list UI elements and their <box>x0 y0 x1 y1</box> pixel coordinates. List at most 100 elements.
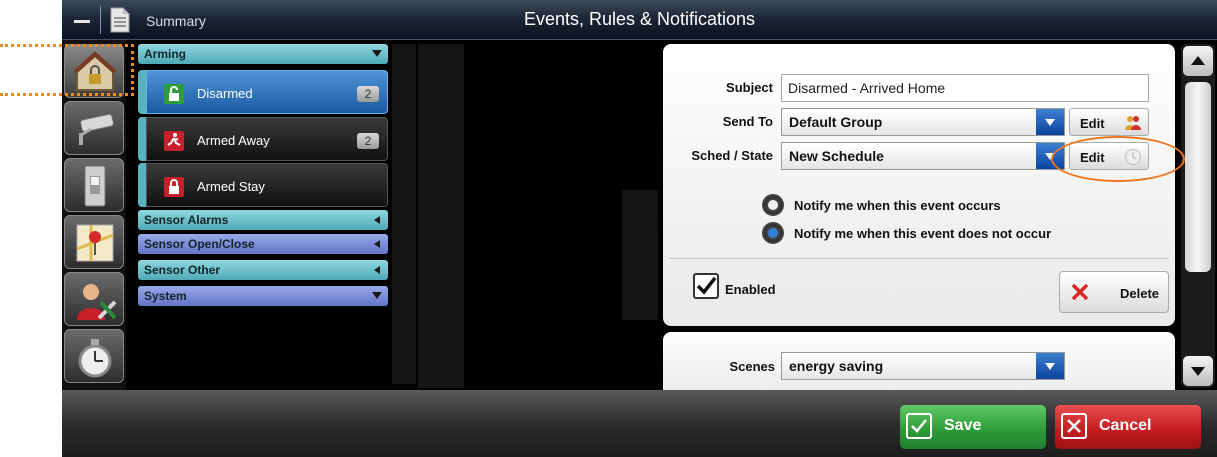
document-icon[interactable] <box>109 7 131 33</box>
scenes-label: Scenes <box>729 359 775 374</box>
category-label: Sensor Open/Close <box>144 237 255 251</box>
bottom-action-bar: Save Cancel <box>62 390 1217 457</box>
stopwatch-icon <box>78 339 112 378</box>
lock-icon <box>164 177 184 197</box>
category-sensor-other[interactable]: Sensor Other <box>138 260 388 280</box>
category-label: Arming <box>144 47 186 61</box>
close-icon <box>1071 283 1089 301</box>
radio-occurs[interactable] <box>762 194 784 216</box>
schedule-select[interactable]: New Schedule <box>781 142 1065 170</box>
light-switch-icon <box>84 165 106 207</box>
category-label: Sensor Other <box>144 263 221 277</box>
radio-not-occurs[interactable] <box>762 222 784 244</box>
unlock-icon <box>164 84 184 104</box>
triangle-down-icon <box>1191 367 1205 376</box>
scrollbar[interactable] <box>1181 44 1215 388</box>
minimize-button[interactable] <box>68 8 98 34</box>
highlight-box <box>0 44 134 96</box>
scenes-select[interactable]: energy saving <box>781 352 1065 380</box>
chevron-left-icon <box>374 266 380 274</box>
empty-column <box>418 44 464 388</box>
scenes-value: energy saving <box>789 358 884 374</box>
event-label: Armed Away <box>197 133 270 148</box>
checkmark-icon <box>906 413 932 439</box>
edit-label: Edit <box>1080 116 1105 131</box>
accent-bar <box>138 70 146 114</box>
subject-label: Subject <box>726 80 773 95</box>
map-pin-icon <box>76 224 114 262</box>
event-count-badge: 2 <box>357 86 379 102</box>
app-window: Summary Events, Rules & Notifications Ar… <box>62 0 1217 457</box>
category-label: System <box>144 289 187 303</box>
chevron-left-icon <box>374 240 380 248</box>
chevron-left-icon <box>374 216 380 224</box>
category-sensor-open-close[interactable]: Sensor Open/Close <box>138 234 388 254</box>
cancel-label: Cancel <box>1099 417 1152 434</box>
category-system[interactable]: System <box>138 286 388 306</box>
nav-timers[interactable] <box>64 329 124 383</box>
scroll-down-button[interactable] <box>1183 356 1213 386</box>
save-button[interactable]: Save <box>900 405 1046 449</box>
event-item-armed-away[interactable]: Armed Away 2 <box>138 117 388 161</box>
divider <box>669 258 1169 259</box>
event-item-body: Disarmed 2 <box>146 70 388 114</box>
title-bar: Summary Events, Rules & Notifications <box>62 0 1217 40</box>
summary-link[interactable]: Summary <box>146 13 206 29</box>
enabled-label: Enabled <box>725 282 776 297</box>
nav-location[interactable] <box>64 215 124 269</box>
nav-lights[interactable] <box>64 158 124 212</box>
running-man-icon <box>164 131 184 151</box>
cancel-button[interactable]: Cancel <box>1055 405 1201 449</box>
page-title: Events, Rules & Notifications <box>523 9 756 29</box>
divider <box>100 6 101 34</box>
group-icon <box>1125 116 1141 130</box>
category-arming[interactable]: Arming <box>138 44 388 64</box>
chevron-down-icon <box>1036 353 1064 379</box>
send-to-value: Default Group <box>789 114 883 130</box>
delete-button[interactable]: Delete <box>1059 271 1169 313</box>
chevron-down-icon <box>372 292 382 299</box>
checkmark-icon <box>696 276 717 295</box>
empty-column <box>622 190 658 320</box>
edit-recipients-button[interactable]: Edit <box>1069 108 1149 136</box>
radio-dot <box>768 200 778 210</box>
enabled-checkbox[interactable] <box>693 273 719 299</box>
category-sensor-alarms[interactable]: Sensor Alarms <box>138 210 388 230</box>
sched-state-label: Sched / State <box>691 148 773 163</box>
accent-bar <box>138 117 146 161</box>
event-count-badge: 2 <box>357 133 379 149</box>
event-label: Armed Stay <box>197 179 265 194</box>
event-category-list: Arming Disarmed 2 Armed Away 2 Armed Sta… <box>138 44 388 384</box>
radio-occurs-label: Notify me when this event occurs <box>794 198 1001 213</box>
nav-cameras[interactable] <box>64 101 124 155</box>
event-item-armed-stay[interactable]: Armed Stay <box>138 163 388 207</box>
scenes-panel: Scenes energy saving <box>663 332 1175 392</box>
nav-users[interactable] <box>64 272 124 326</box>
radio-dot <box>768 228 778 238</box>
event-item-body: Armed Away 2 <box>146 117 388 161</box>
chevron-down-icon <box>1036 109 1064 135</box>
event-item-body: Armed Stay <box>146 163 388 207</box>
chevron-down-icon <box>372 50 382 57</box>
security-camera-icon <box>79 113 114 145</box>
scroll-thumb[interactable] <box>1185 82 1211 272</box>
highlight-circle <box>1051 136 1185 182</box>
close-icon <box>1061 413 1087 439</box>
save-label: Save <box>944 417 982 434</box>
user-tools-icon <box>77 284 117 320</box>
event-label: Disarmed <box>197 86 253 101</box>
radio-not-occurs-label: Notify me when this event does not occur <box>794 226 1052 241</box>
accent-bar <box>138 163 146 207</box>
send-to-select[interactable]: Default Group <box>781 108 1065 136</box>
event-item-disarmed[interactable]: Disarmed 2 <box>138 70 388 114</box>
event-detail-panel: Subject Send To Default Group Edit Sched… <box>663 44 1175 326</box>
schedule-value: New Schedule <box>789 148 884 164</box>
subject-field[interactable] <box>781 74 1149 102</box>
delete-label: Delete <box>1120 286 1160 301</box>
scroll-up-button[interactable] <box>1183 46 1213 76</box>
list-shadow <box>392 44 416 384</box>
send-to-label: Send To <box>722 114 773 129</box>
minimize-icon <box>74 20 90 23</box>
triangle-up-icon <box>1191 56 1205 65</box>
category-label: Sensor Alarms <box>144 213 229 227</box>
